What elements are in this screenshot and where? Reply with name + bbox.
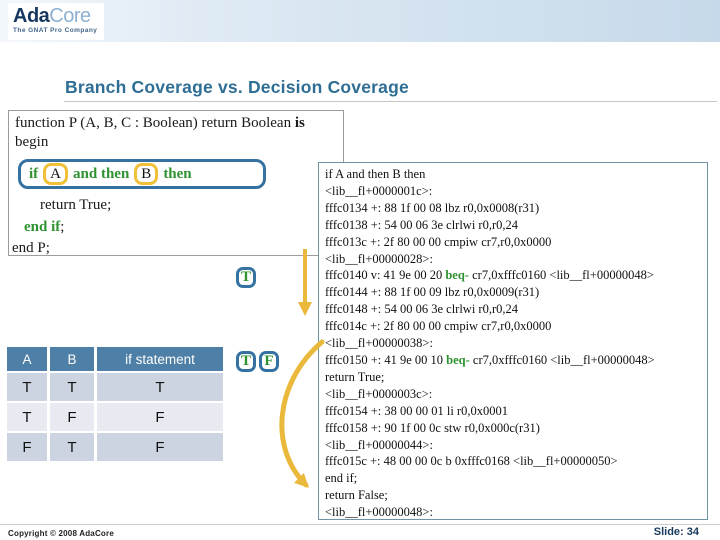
asm-line: fffc0138 +: 54 00 06 3e clrlwi r0,r0,24 bbox=[325, 217, 519, 232]
table-cell: T bbox=[97, 373, 223, 401]
asm-line: <lib__fl+00000044>: bbox=[325, 437, 433, 452]
end-if-keyword: end if bbox=[24, 219, 61, 235]
asm-line: fffc014c +: 2f 80 00 00 cmpiw cr7,r0,0x0… bbox=[325, 319, 552, 334]
end-if-line: end if; bbox=[24, 219, 64, 236]
header-band: AdaCore The GNAT Pro Company bbox=[0, 0, 720, 42]
table-cell: T bbox=[7, 373, 47, 401]
slide-number: Slide: 34 bbox=[653, 526, 699, 538]
table-header-cell: A bbox=[7, 347, 47, 371]
brand-tagline: The GNAT Pro Company bbox=[13, 27, 98, 34]
begin-line: begin bbox=[15, 134, 49, 150]
slide-title: Branch Coverage vs. Decision Coverage bbox=[65, 77, 409, 97]
ada-keyword: and then bbox=[73, 165, 130, 182]
brand-wordmark: AdaCore bbox=[13, 6, 104, 26]
asm-line: <lib__fl+00000028>: bbox=[325, 251, 433, 266]
condition-operand: B bbox=[134, 163, 159, 185]
flow-arrow-down-icon bbox=[298, 249, 312, 316]
return-true-line: return True; bbox=[40, 197, 112, 213]
table-cell: F bbox=[50, 403, 94, 431]
asm-line: fffc0150 +: 41 9e 00 10 beq- cr7,0xfffc0… bbox=[325, 352, 655, 367]
curved-branch-arrow-icon bbox=[279, 339, 325, 488]
adacore-logo: AdaCore The GNAT Pro Company bbox=[8, 3, 104, 40]
table-header-cell: if statement bbox=[97, 347, 223, 371]
presentation-slide: AdaCore The GNAT Pro Company Branch Cove… bbox=[0, 0, 720, 540]
asm-line: return False; bbox=[325, 488, 388, 503]
asm-line: fffc0158 +: 90 1f 00 0c stw r0,0x000c(r3… bbox=[325, 420, 540, 435]
condition-operand: A bbox=[43, 163, 69, 185]
table-cell: F bbox=[97, 433, 223, 461]
table-cell: T bbox=[50, 373, 94, 401]
asm-line: fffc013c +: 2f 80 00 00 cmpiw cr7,r0,0x0… bbox=[325, 234, 552, 249]
copyright-text: Copyright © 2008 AdaCore bbox=[8, 529, 114, 538]
footer-divider bbox=[0, 524, 720, 525]
asm-line: end if; bbox=[325, 471, 358, 486]
table-cell: F bbox=[97, 403, 223, 431]
asm-line: fffc0144 +: 88 1f 00 09 lbz r0,0x0009(r3… bbox=[325, 285, 540, 300]
ada-keyword: then bbox=[163, 165, 192, 182]
table-cell: T bbox=[7, 403, 47, 431]
asm-line: <lib__fl+0000003c>: bbox=[325, 386, 433, 401]
declaration-text: function P (A, B, C : Boolean) return Bo… bbox=[15, 115, 295, 131]
brand-core: Core bbox=[49, 5, 91, 27]
table-header-cell: B bbox=[50, 347, 94, 371]
if-statement-box: if Aand then Bthen bbox=[18, 159, 266, 189]
asm-line: fffc0140 v: 41 9e 00 20 beq- cr7,0xfffc0… bbox=[325, 268, 654, 283]
brand-ada: Ada bbox=[13, 5, 50, 27]
title-divider bbox=[64, 101, 717, 102]
asm-line: return True; bbox=[325, 369, 385, 384]
asm-line: fffc015c +: 48 00 00 0c b 0xfffc0168 <li… bbox=[325, 454, 618, 469]
asm-line: fffc0154 +: 38 00 00 01 li r0,0x0001 bbox=[325, 403, 508, 418]
assembly-panel: if A and then B then <lib__fl+0000001c>:f… bbox=[318, 162, 708, 520]
asm-line: <lib__fl+00000038>: bbox=[325, 336, 433, 351]
end-p-line: end P; bbox=[12, 240, 50, 256]
table-cell: T bbox=[50, 433, 94, 461]
ada-keyword: if bbox=[29, 165, 39, 182]
asm-line: fffc0134 +: 88 1f 00 08 lbz r0,0x0008(r3… bbox=[325, 200, 540, 215]
true-branch-badge: T bbox=[236, 267, 256, 288]
asm-line: <lib__fl+0000001c>: bbox=[325, 183, 433, 198]
is-keyword: is bbox=[294, 115, 305, 131]
end-if-semicolon: ; bbox=[60, 219, 65, 235]
asm-line: if A and then B then bbox=[325, 167, 426, 181]
function-declaration-line: function P (A, B, C : Boolean) return Bo… bbox=[15, 115, 305, 132]
truth-table: A Bif statement T T T T F F F T F bbox=[7, 347, 223, 461]
asm-line: fffc0148 +: 54 00 06 3e clrlwi r0,r0,24 bbox=[325, 302, 519, 317]
table-cell: F bbox=[7, 433, 47, 461]
asm-line: <lib__fl+00000048>: bbox=[325, 505, 433, 520]
